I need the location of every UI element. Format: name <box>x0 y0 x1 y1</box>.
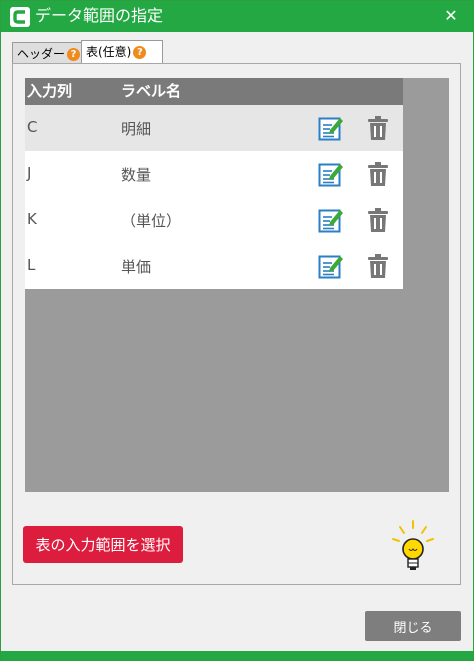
column-header-label-name: ラベル名 <box>121 82 182 100</box>
column-header-input-column: 入力列 <box>27 82 73 100</box>
tab-header-label: ヘッダー <box>17 47 66 61</box>
trash-icon[interactable] <box>366 161 390 187</box>
row-column-cell: K <box>27 210 37 228</box>
tab-header[interactable]: ヘッダー? <box>12 42 82 63</box>
table-row[interactable]: J 数量 <box>25 151 403 197</box>
edit-icon[interactable] <box>318 207 344 233</box>
row-column-cell: C <box>27 118 38 136</box>
tab-panel: 入力列 ラベル名 C 明細 J 数量 K （単位） L 単価 表の入力範囲を選択 <box>12 63 461 585</box>
title-bar: データ範囲の指定 ✕ <box>1 1 473 32</box>
table-row[interactable]: L 単価 <box>25 243 403 289</box>
tab-table-label: 表(任意) <box>86 45 132 59</box>
trash-icon[interactable] <box>366 115 390 141</box>
select-table-range-button[interactable]: 表の入力範囲を選択 <box>23 526 183 563</box>
window-title: データ範囲の指定 <box>35 6 164 25</box>
bottom-accent-bar <box>1 651 473 660</box>
help-icon[interactable]: ? <box>67 48 81 61</box>
help-icon[interactable]: ? <box>133 46 147 59</box>
edit-icon[interactable] <box>318 115 344 141</box>
close-button[interactable]: 閉じる <box>365 611 461 641</box>
lightbulb-icon[interactable] <box>390 519 436 573</box>
row-column-cell: J <box>27 164 32 182</box>
tab-table[interactable]: 表(任意)? <box>81 40 163 64</box>
row-label-cell: （単位） <box>121 212 182 230</box>
table-row[interactable]: K （単位） <box>25 197 403 243</box>
row-label-cell: 単価 <box>121 258 152 276</box>
row-label-cell: 明細 <box>121 120 152 138</box>
app-logo-icon <box>10 7 30 27</box>
row-label-cell: 数量 <box>121 166 152 184</box>
trash-icon[interactable] <box>366 207 390 233</box>
trash-icon[interactable] <box>366 253 390 279</box>
close-window-icon[interactable]: ✕ <box>441 5 461 27</box>
row-column-cell: L <box>27 256 36 274</box>
label-grid: 入力列 ラベル名 C 明細 J 数量 K （単位） L 単価 <box>25 78 449 492</box>
table-row[interactable]: C 明細 <box>25 105 403 151</box>
edit-icon[interactable] <box>318 253 344 279</box>
dialog-window: データ範囲の指定 ✕ ヘッダー? 表(任意)? 入力列 ラベル名 C 明細 J … <box>0 0 474 661</box>
edit-icon[interactable] <box>318 161 344 187</box>
grid-header: 入力列 ラベル名 <box>25 78 403 105</box>
